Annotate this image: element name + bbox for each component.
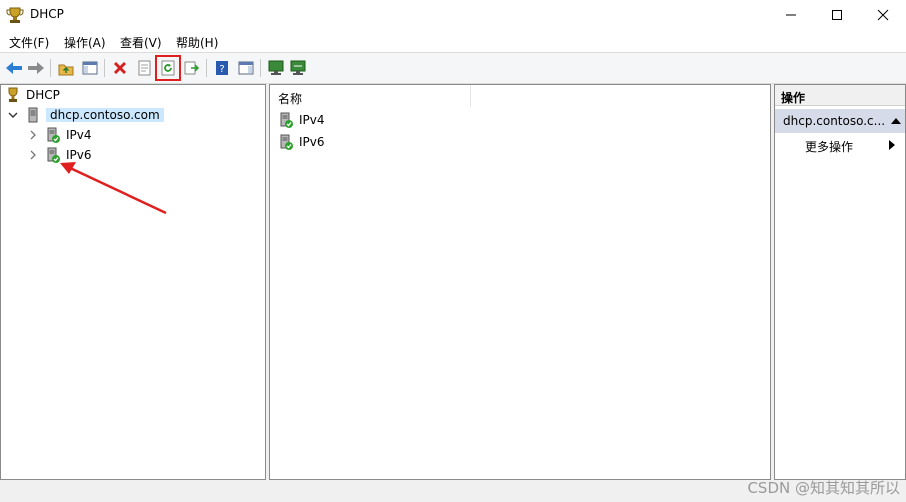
tree-server-label: dhcp.contoso.com — [46, 108, 164, 122]
properties-icon — [138, 60, 151, 76]
actions-pane: 操作 dhcp.contoso.c... 更多操作 — [774, 84, 906, 480]
tree-item-server[interactable]: dhcp.contoso.com — [7, 106, 164, 124]
close-button[interactable] — [860, 0, 906, 30]
export-list-icon — [184, 61, 200, 75]
result-list-pane: 名称 IPv4 IPv6 — [269, 84, 771, 480]
menu-help[interactable]: 帮助(H) — [176, 34, 218, 51]
folder-up-icon — [58, 64, 74, 76]
svg-text:?: ? — [219, 64, 224, 75]
export-list-button[interactable] — [182, 58, 202, 78]
action-pane-icon — [238, 61, 254, 75]
actions-header: 操作 — [775, 85, 905, 106]
chevron-down-icon[interactable] — [7, 109, 19, 121]
column-header-label: 名称 — [278, 92, 303, 106]
back-arrow-icon — [6, 62, 22, 74]
actions-group-server[interactable]: dhcp.contoso.c... — [775, 109, 905, 133]
annotation-arrow — [60, 162, 167, 215]
monitor-network-icon — [290, 60, 306, 75]
forward-arrow-icon — [28, 62, 44, 74]
toolbar: ? — [0, 52, 906, 84]
menu-view[interactable]: 查看(V) — [120, 34, 162, 51]
list-item-ipv4[interactable]: IPv4 — [278, 111, 325, 129]
help-button[interactable]: ? — [212, 58, 232, 78]
maximize-icon — [832, 10, 842, 20]
minimize-button[interactable] — [768, 0, 814, 30]
tree-root-label: DHCP — [26, 88, 60, 102]
ipv6-scope-icon — [280, 134, 293, 150]
monitor-icon — [268, 60, 284, 75]
forward-button[interactable] — [26, 58, 46, 78]
list-ipv6-label: IPv6 — [299, 135, 325, 149]
unauthorize-server-button[interactable] — [288, 58, 308, 78]
refresh-button[interactable] — [155, 55, 181, 81]
console-tree-pane: DHCP dhcp.contoso.com IPv4 IPv6 — [0, 84, 266, 480]
chevron-right-icon[interactable] — [27, 149, 39, 161]
maximize-button[interactable] — [814, 0, 860, 30]
actions-group-label: dhcp.contoso.c... — [783, 114, 886, 128]
server-icon — [28, 107, 38, 123]
close-icon — [877, 9, 889, 21]
toolbar-separator — [260, 59, 261, 77]
actions-header-label: 操作 — [781, 91, 806, 105]
menu-bar: 文件(F) 操作(A) 查看(V) 帮助(H) — [0, 30, 906, 52]
delete-button[interactable] — [110, 58, 130, 78]
show-hide-action-pane-button[interactable] — [236, 58, 256, 78]
ipv4-scope-icon — [47, 127, 60, 143]
console-tree-icon — [82, 61, 98, 75]
list-ipv4-label: IPv4 — [299, 113, 325, 127]
list-item-ipv6[interactable]: IPv6 — [278, 133, 325, 151]
menu-action[interactable]: 操作(A) — [64, 34, 106, 51]
title-bar: DHCP — [0, 0, 906, 30]
help-icon: ? — [216, 61, 228, 75]
toolbar-separator — [104, 59, 105, 77]
watermark: CSDN @知其知其所以 — [747, 479, 900, 497]
properties-button[interactable] — [134, 58, 154, 78]
authorize-server-button[interactable] — [266, 58, 286, 78]
collapse-up-icon[interactable] — [891, 117, 901, 125]
tree-item-dhcp[interactable]: DHCP — [5, 86, 60, 104]
back-button[interactable] — [4, 58, 24, 78]
tree-ipv4-label: IPv4 — [66, 128, 92, 142]
submenu-arrow-icon — [889, 140, 895, 150]
show-hide-console-tree-button[interactable] — [80, 58, 100, 78]
more-actions-item[interactable]: 更多操作 — [805, 138, 853, 155]
toolbar-separator — [50, 59, 51, 77]
tree-item-ipv4[interactable]: IPv4 — [27, 126, 92, 144]
toolbar-separator — [206, 59, 207, 77]
ipv4-scope-icon — [280, 112, 293, 128]
dhcp-app-icon — [6, 7, 24, 23]
chevron-right-icon[interactable] — [27, 129, 39, 141]
dhcp-trophy-icon — [8, 87, 18, 102]
column-header-name[interactable]: 名称 — [270, 85, 471, 107]
window-title: DHCP — [30, 7, 64, 21]
minimize-icon — [786, 14, 796, 16]
refresh-icon — [161, 60, 175, 76]
menu-file[interactable]: 文件(F) — [9, 34, 49, 51]
up-level-button[interactable] — [56, 58, 76, 78]
delete-x-icon — [113, 61, 127, 75]
